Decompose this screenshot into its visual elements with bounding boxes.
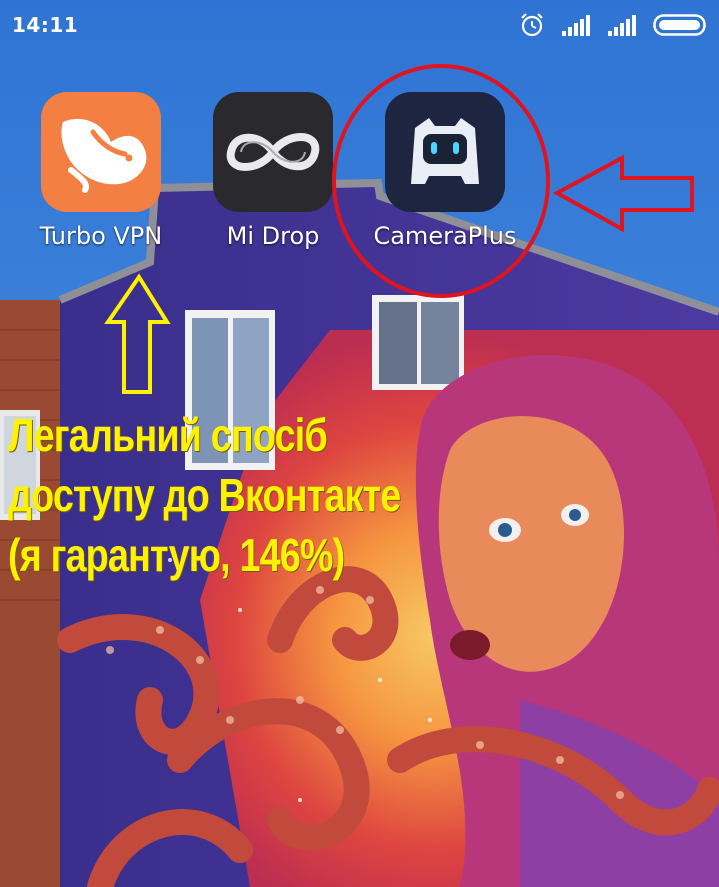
- promo-caption: Легальний спосіб доступу до Вконтакте (я…: [8, 405, 434, 585]
- signal-icon: [608, 15, 636, 36]
- caption-line: Легальний спосіб: [8, 409, 328, 461]
- caption-line: доступу до Вконтакте: [8, 469, 401, 521]
- status-icons: [519, 12, 709, 38]
- app-mi-drop[interactable]: Mi Drop: [188, 92, 358, 250]
- status-time: 14:11: [12, 13, 79, 37]
- caption-line: (я гарантую, 146%): [8, 529, 345, 581]
- app-label: CameraPlus: [373, 222, 517, 250]
- app-turbo-vpn[interactable]: Turbo VPN: [16, 92, 186, 250]
- battery-icon: [653, 14, 706, 36]
- app-tile[interactable]: [385, 92, 505, 212]
- app-tile[interactable]: [41, 92, 161, 212]
- status-bar: 14:11: [0, 0, 719, 50]
- app-cameraplus[interactable]: CameraPlus: [360, 92, 530, 250]
- app-label: Mi Drop: [226, 222, 320, 250]
- rabbit-icon: [61, 118, 147, 193]
- app-tile[interactable]: [213, 92, 333, 212]
- alarm-icon: [521, 13, 543, 37]
- app-label: Turbo VPN: [39, 222, 163, 250]
- robot-icon: [411, 118, 479, 184]
- signal-icon: [562, 15, 590, 36]
- infinity-loop-icon: [226, 133, 320, 171]
